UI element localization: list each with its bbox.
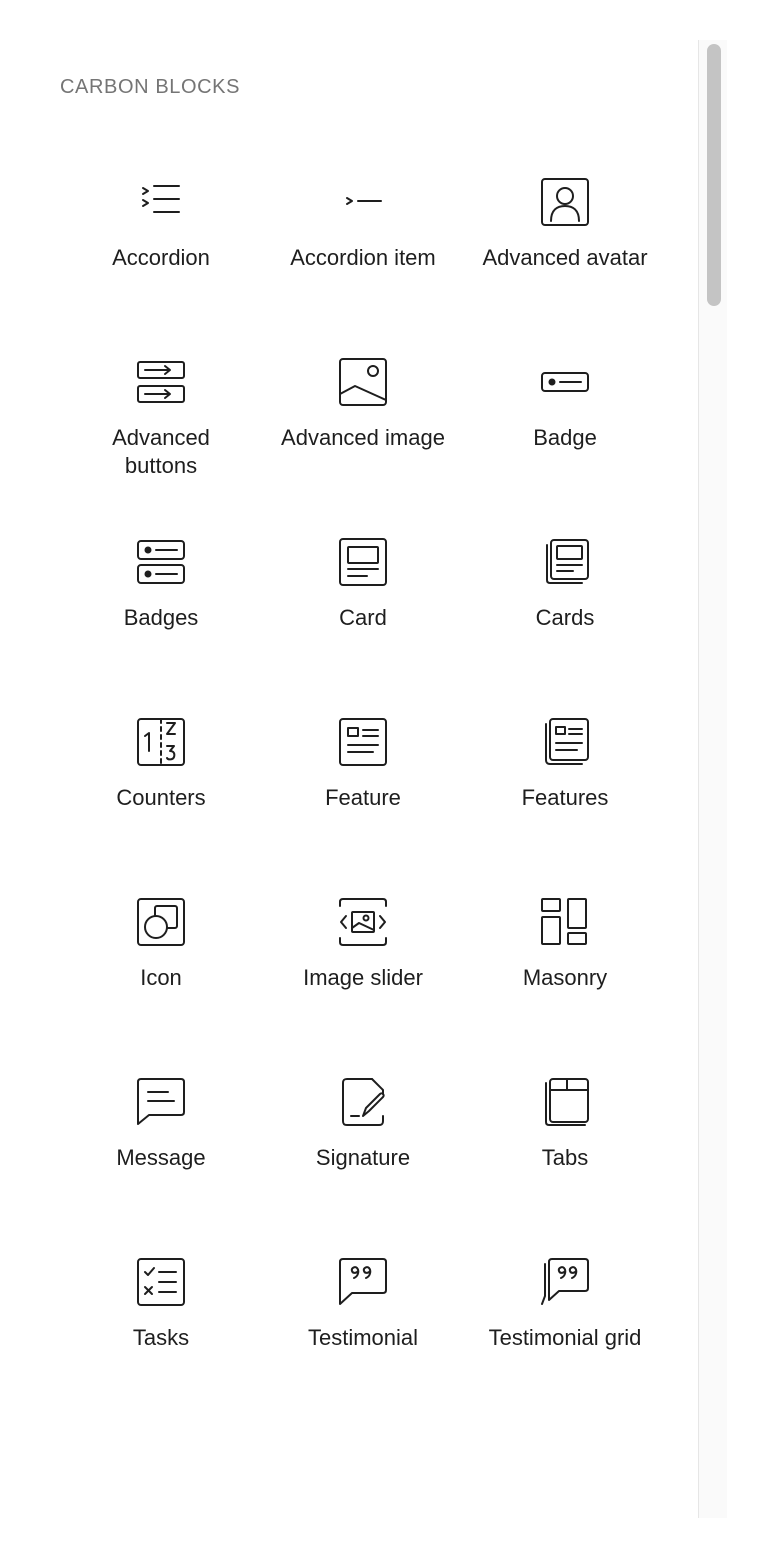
block-feature[interactable]: Feature <box>262 690 464 870</box>
block-label: Features <box>521 785 609 810</box>
block-inserter-panel: CARBON BLOCKS Accordion Accordion item A… <box>0 0 776 1558</box>
tasks-icon <box>135 1256 187 1308</box>
block-label: Badges <box>123 605 199 630</box>
block-label: Tasks <box>132 1325 190 1350</box>
block-message[interactable]: Message <box>60 1050 262 1230</box>
block-label: Icon <box>140 965 182 990</box>
cards-icon <box>539 536 591 588</box>
shapes-icon <box>135 896 187 948</box>
block-label: Badge <box>533 425 597 450</box>
badges-icon <box>135 536 187 588</box>
block-card[interactable]: Card <box>262 510 464 690</box>
block-counters[interactable]: Counters <box>60 690 262 870</box>
block-icon[interactable]: Icon <box>60 870 262 1050</box>
scrollbar-track[interactable] <box>698 40 727 1518</box>
block-tasks[interactable]: Tasks <box>60 1230 262 1410</box>
block-badges[interactable]: Badges <box>60 510 262 690</box>
block-accordion[interactable]: Accordion <box>60 150 262 358</box>
block-label: Counters <box>116 785 206 810</box>
block-advanced-buttons[interactable]: Advanced buttons <box>60 330 262 538</box>
block-label: Tabs <box>541 1145 589 1170</box>
message-icon <box>135 1076 187 1128</box>
block-image-slider[interactable]: Image slider <box>262 870 464 1050</box>
block-testimonial[interactable]: Testimonial <box>262 1230 464 1410</box>
block-label: Testimonial grid <box>488 1325 642 1350</box>
scrollbar-thumb[interactable] <box>707 44 721 306</box>
block-signature[interactable]: Signature <box>262 1050 464 1230</box>
block-label: Accordion item <box>290 245 436 270</box>
image-slider-icon <box>337 896 389 948</box>
features-icon <box>539 716 591 768</box>
block-advanced-avatar[interactable]: Advanced avatar <box>464 150 666 358</box>
accordion-icon <box>135 176 187 228</box>
block-label: Card <box>339 605 387 630</box>
block-label: Message <box>116 1145 206 1170</box>
testimonial-icon <box>337 1256 389 1308</box>
block-label: Cards <box>535 605 595 630</box>
card-icon <box>337 536 389 588</box>
image-icon <box>337 356 389 408</box>
block-label: Advanced avatar <box>482 245 648 270</box>
avatar-icon <box>539 176 591 228</box>
block-grid: Accordion Accordion item Advanced avatar… <box>60 150 666 1410</box>
section-title: CARBON BLOCKS <box>60 76 241 98</box>
accordion-item-icon <box>337 176 389 228</box>
block-advanced-image[interactable]: Advanced image <box>262 330 464 538</box>
block-tabs[interactable]: Tabs <box>464 1050 666 1230</box>
tabs-icon <box>539 1076 591 1128</box>
block-label: Masonry <box>522 965 608 990</box>
masonry-icon <box>539 896 591 948</box>
buttons-icon <box>135 356 187 408</box>
counters-icon <box>135 716 187 768</box>
block-masonry[interactable]: Masonry <box>464 870 666 1050</box>
block-cards[interactable]: Cards <box>464 510 666 690</box>
block-features[interactable]: Features <box>464 690 666 870</box>
block-label: Accordion <box>112 245 210 270</box>
testimonial-grid-icon <box>539 1256 591 1308</box>
block-accordion-item[interactable]: Accordion item <box>262 150 464 358</box>
block-label: Advanced image <box>281 425 445 450</box>
block-label: Signature <box>315 1145 411 1170</box>
block-label: Feature <box>325 785 401 810</box>
block-label: Advanced buttons <box>112 425 210 478</box>
block-label: Testimonial <box>307 1325 419 1350</box>
badge-icon <box>539 356 591 408</box>
signature-icon <box>337 1076 389 1128</box>
block-badge[interactable]: Badge <box>464 330 666 538</box>
block-label: Image slider <box>303 965 423 990</box>
block-testimonial-grid[interactable]: Testimonial grid <box>464 1230 666 1410</box>
feature-icon <box>337 716 389 768</box>
